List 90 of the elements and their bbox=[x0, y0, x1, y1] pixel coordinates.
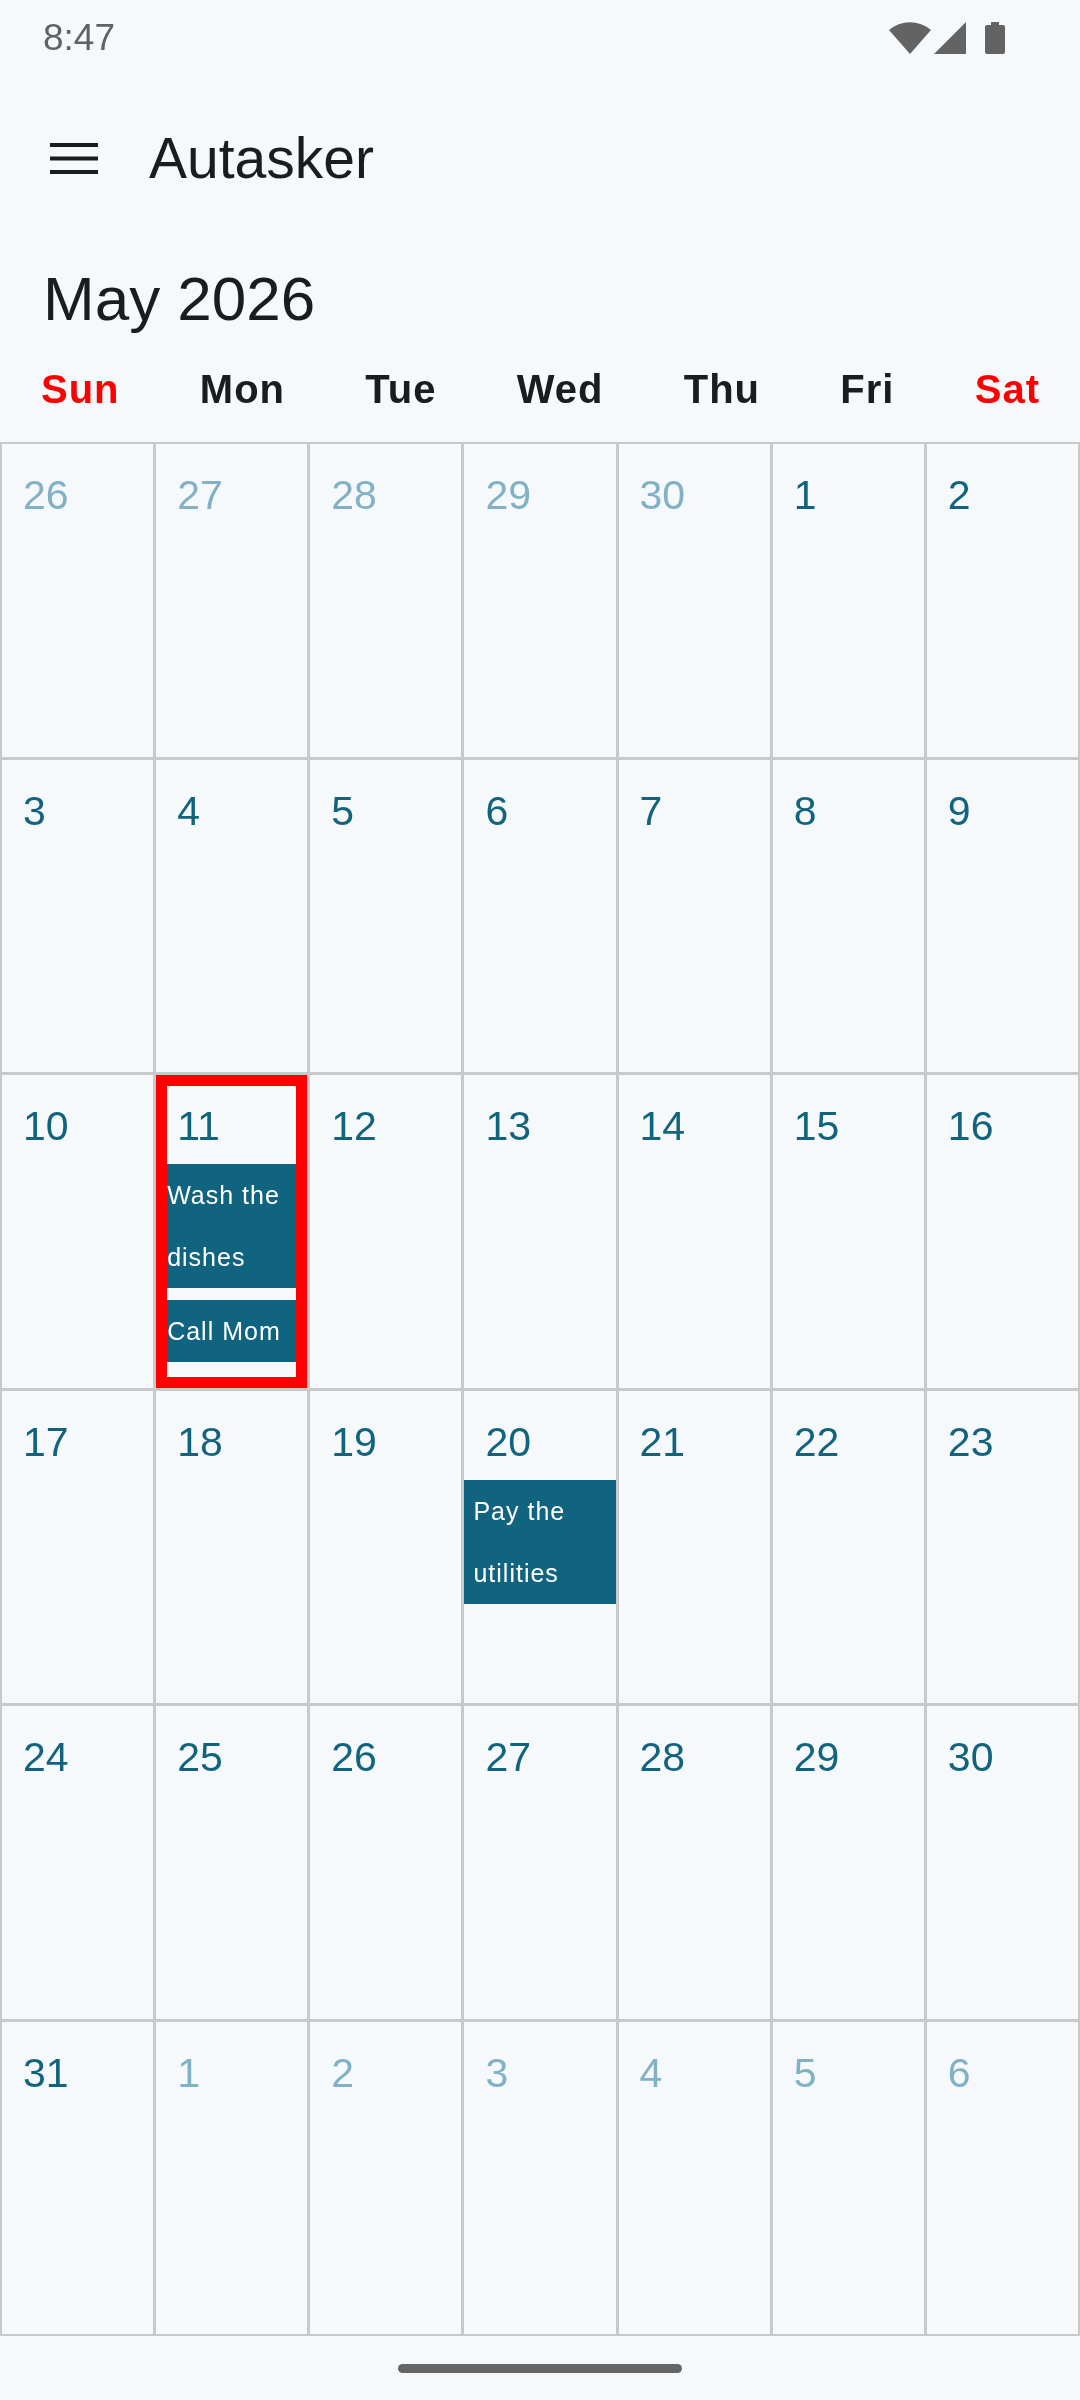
day-number: 3 bbox=[485, 2052, 509, 2094]
day-cell[interactable]: 29 bbox=[772, 1706, 924, 2019]
day-cell[interactable]: 20 Pay the utilities bbox=[464, 1390, 616, 1703]
day-cell[interactable]: 7 bbox=[618, 759, 770, 1072]
day-cell[interactable]: 6 bbox=[464, 759, 616, 1072]
weekday-label: Sun bbox=[41, 366, 120, 413]
day-number: 29 bbox=[485, 475, 532, 516]
day-number: 27 bbox=[177, 475, 223, 516]
day-number: 3 bbox=[23, 790, 46, 832]
day-number: 31 bbox=[23, 2052, 69, 2094]
month-title: May 2026 bbox=[43, 263, 316, 335]
day-number: 5 bbox=[793, 2052, 817, 2094]
day-number: 2 bbox=[331, 2052, 355, 2094]
day-number: 6 bbox=[947, 2052, 971, 2094]
day-number: 13 bbox=[485, 1106, 532, 1147]
day-number: 9 bbox=[947, 790, 971, 832]
event-chip[interactable]: Pay the utilities bbox=[464, 1479, 616, 1604]
day-number: 11 bbox=[177, 1106, 220, 1147]
event-chip[interactable]: Call Mom bbox=[167, 1300, 297, 1362]
day-number: 26 bbox=[331, 1737, 377, 1778]
signal-icon bbox=[934, 22, 966, 54]
day-number: 17 bbox=[23, 1421, 69, 1463]
day-cell[interactable]: 15 bbox=[772, 1075, 924, 1388]
day-number: 19 bbox=[331, 1421, 377, 1463]
day-number: 7 bbox=[639, 790, 663, 832]
day-cell[interactable]: 30 bbox=[926, 1706, 1078, 2019]
day-cell[interactable]: 14 bbox=[618, 1075, 770, 1388]
day-cell[interactable]: 21 bbox=[618, 1390, 770, 1703]
day-cell[interactable]: 16 bbox=[926, 1075, 1078, 1388]
day-cell[interactable]: 26 bbox=[310, 1706, 462, 2019]
day-number: 28 bbox=[331, 475, 377, 516]
day-number: 21 bbox=[639, 1421, 686, 1463]
day-number: 4 bbox=[177, 790, 200, 832]
day-cell[interactable]: 9 bbox=[926, 759, 1078, 1072]
day-number: 4 bbox=[639, 2052, 663, 2094]
day-cell[interactable]: 25 bbox=[156, 1706, 308, 2019]
day-cell[interactable]: 31 bbox=[2, 2021, 154, 2334]
weekday-label: Thu bbox=[683, 366, 761, 413]
day-number: 25 bbox=[177, 1737, 223, 1778]
event-chip[interactable]: Wash the dishes bbox=[167, 1164, 297, 1288]
day-number: 27 bbox=[485, 1737, 532, 1778]
weekday-label: Tue bbox=[365, 366, 437, 413]
day-cell[interactable]: 4 bbox=[156, 759, 308, 1072]
day-cell[interactable]: 27 bbox=[464, 1706, 616, 2019]
day-cell[interactable]: 28 bbox=[618, 1706, 770, 2019]
day-number: 6 bbox=[485, 790, 509, 832]
weekday-label: Wed bbox=[516, 366, 604, 413]
day-cell[interactable]: 8 bbox=[772, 759, 924, 1072]
day-number: 10 bbox=[23, 1106, 69, 1147]
day-number: 1 bbox=[177, 2052, 200, 2094]
weekday-label: Mon bbox=[199, 366, 285, 413]
day-number: 29 bbox=[793, 1737, 840, 1778]
day-cell[interactable]: 17 bbox=[2, 1390, 154, 1703]
day-number: 30 bbox=[947, 1737, 994, 1778]
status-time: 8:47 bbox=[43, 16, 115, 60]
day-number: 14 bbox=[639, 1106, 686, 1147]
day-number: 18 bbox=[177, 1421, 223, 1463]
day-cell[interactable]: 10 bbox=[2, 1075, 154, 1388]
day-number: 2 bbox=[947, 475, 971, 516]
day-cell[interactable]: 5 bbox=[310, 759, 462, 1072]
day-number: 23 bbox=[947, 1421, 994, 1463]
day-number: 28 bbox=[639, 1737, 686, 1778]
weekday-label: Sat bbox=[974, 366, 1040, 413]
day-cell[interactable]: 19 bbox=[310, 1390, 462, 1703]
day-number: 30 bbox=[639, 475, 686, 516]
day-cell[interactable]: 3 bbox=[2, 759, 154, 1072]
day-cell[interactable]: 12 bbox=[310, 1075, 462, 1388]
day-cell[interactable]: 1 bbox=[772, 444, 924, 757]
menu-icon[interactable] bbox=[50, 142, 98, 174]
day-cell[interactable]: 24 bbox=[2, 1706, 154, 2019]
day-number: 22 bbox=[793, 1421, 840, 1463]
day-cell[interactable]: 23 bbox=[926, 1390, 1078, 1703]
day-number: 5 bbox=[331, 790, 355, 832]
weekday-label: Fri bbox=[840, 366, 895, 413]
day-number: 20 bbox=[485, 1421, 532, 1463]
battery-icon bbox=[985, 22, 1005, 54]
day-number: 15 bbox=[793, 1106, 840, 1147]
day-number: 24 bbox=[23, 1737, 69, 1778]
app-title: Autasker bbox=[149, 126, 374, 190]
day-number: 12 bbox=[331, 1106, 377, 1147]
day-cell[interactable]: 22 bbox=[772, 1390, 924, 1703]
day-cell[interactable]: 13 bbox=[464, 1075, 616, 1388]
wifi-icon bbox=[889, 22, 931, 54]
day-cell[interactable]: 11 Wash the dishes Call Mom bbox=[156, 1075, 308, 1388]
day-number: 16 bbox=[947, 1106, 994, 1147]
day-cell[interactable]: 18 bbox=[156, 1390, 308, 1703]
day-cell[interactable]: 2 bbox=[926, 444, 1078, 757]
day-number: 8 bbox=[793, 790, 817, 832]
day-number: 1 bbox=[793, 475, 817, 516]
day-number: 26 bbox=[23, 475, 69, 516]
